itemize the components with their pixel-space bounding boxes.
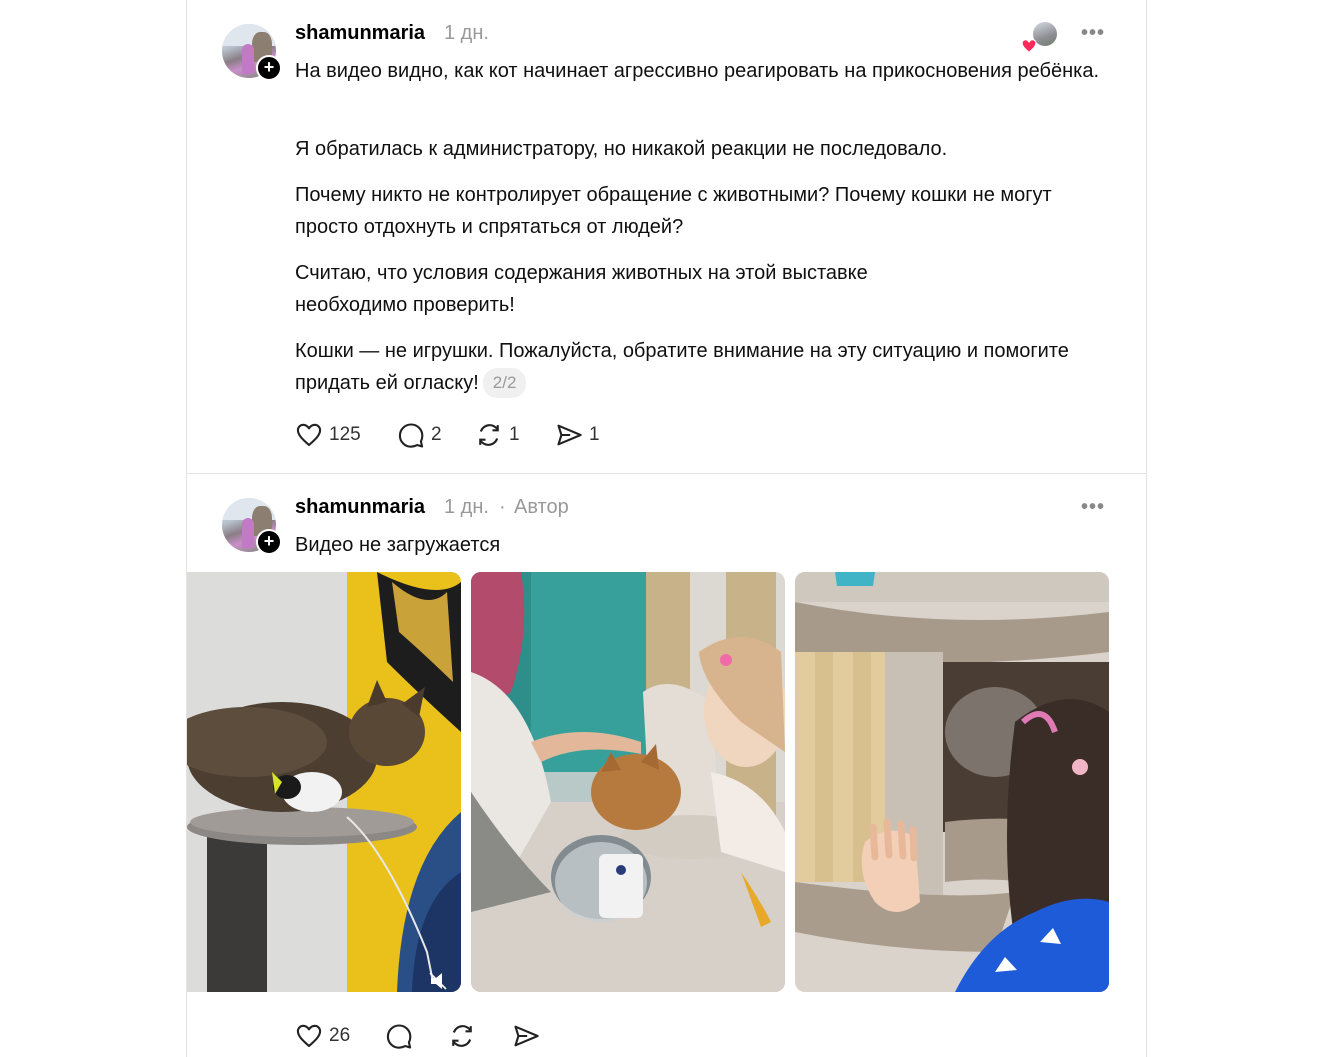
comment-icon bbox=[386, 1024, 412, 1049]
post-paragraph: На видео видно, как кот начинает агресси… bbox=[295, 60, 1100, 82]
follow-plus-icon[interactable]: + bbox=[256, 529, 282, 555]
post-text: Видео не загружается bbox=[295, 534, 501, 556]
repost-button[interactable] bbox=[448, 1021, 476, 1051]
share-icon bbox=[557, 424, 582, 446]
like-count: 26 bbox=[329, 1025, 351, 1046]
share-count: 1 bbox=[589, 424, 600, 445]
like-button[interactable]: 125 bbox=[295, 420, 361, 450]
repost-icon bbox=[452, 1025, 472, 1047]
post-paragraph-last: Кошки — не игрушки. Пожалуйста, обратите… bbox=[295, 335, 1105, 399]
comment-button[interactable] bbox=[385, 1021, 413, 1051]
meta-separator: · bbox=[499, 496, 506, 518]
share-icon bbox=[514, 1025, 539, 1047]
media-image bbox=[471, 572, 785, 992]
follow-plus-icon[interactable]: + bbox=[256, 55, 282, 81]
heart-icon bbox=[1021, 39, 1037, 53]
liked-by-indicator[interactable] bbox=[1021, 22, 1061, 53]
post-timestamp[interactable]: 1 дн. bbox=[444, 22, 489, 45]
share-button[interactable]: 1 bbox=[555, 420, 600, 450]
heart-outline-icon bbox=[296, 423, 322, 446]
share-button[interactable] bbox=[512, 1021, 540, 1051]
comment-button[interactable]: 2 bbox=[397, 420, 442, 450]
repost-count: 1 bbox=[509, 424, 520, 445]
comment-count: 2 bbox=[431, 424, 442, 445]
thread-page-indicator[interactable]: 2/2 bbox=[482, 368, 527, 398]
media-image bbox=[795, 572, 1109, 992]
like-count: 125 bbox=[329, 424, 361, 445]
post-timestamp[interactable]: 1 дн. bbox=[444, 496, 489, 519]
repost-button[interactable]: 1 bbox=[475, 420, 520, 450]
child-petting-cat-photo[interactable] bbox=[471, 572, 785, 992]
like-button[interactable]: 26 bbox=[295, 1021, 350, 1051]
more-icon[interactable]: ••• bbox=[1081, 22, 1105, 45]
author-badge: Автор bbox=[514, 496, 569, 518]
post-username[interactable]: shamunmaria bbox=[295, 22, 425, 45]
post-paragraph: Я обратилась к администратору, но никако… bbox=[295, 138, 948, 160]
post-paragraph: Почему никто не контролирует обращение с… bbox=[295, 184, 1052, 238]
post-paragraph-text: Кошки — не игрушки. Пожалуйста, обратите… bbox=[295, 340, 1069, 394]
repost-icon bbox=[479, 424, 499, 446]
comment-icon bbox=[398, 423, 424, 448]
post-paragraph: Считаю, что условия содержания животных … bbox=[295, 262, 868, 316]
heart-outline-icon bbox=[296, 1024, 322, 1047]
media-image bbox=[187, 572, 461, 992]
thread-column: + shamunmaria 1 дн. ••• На видео видно, … bbox=[186, 0, 1147, 1057]
post-divider bbox=[187, 473, 1146, 474]
cat-in-cat-house-photo[interactable] bbox=[795, 572, 1109, 992]
post-username[interactable]: shamunmaria bbox=[295, 496, 425, 519]
cat-on-tree-photo[interactable] bbox=[187, 572, 461, 992]
more-icon[interactable]: ••• bbox=[1081, 496, 1105, 519]
